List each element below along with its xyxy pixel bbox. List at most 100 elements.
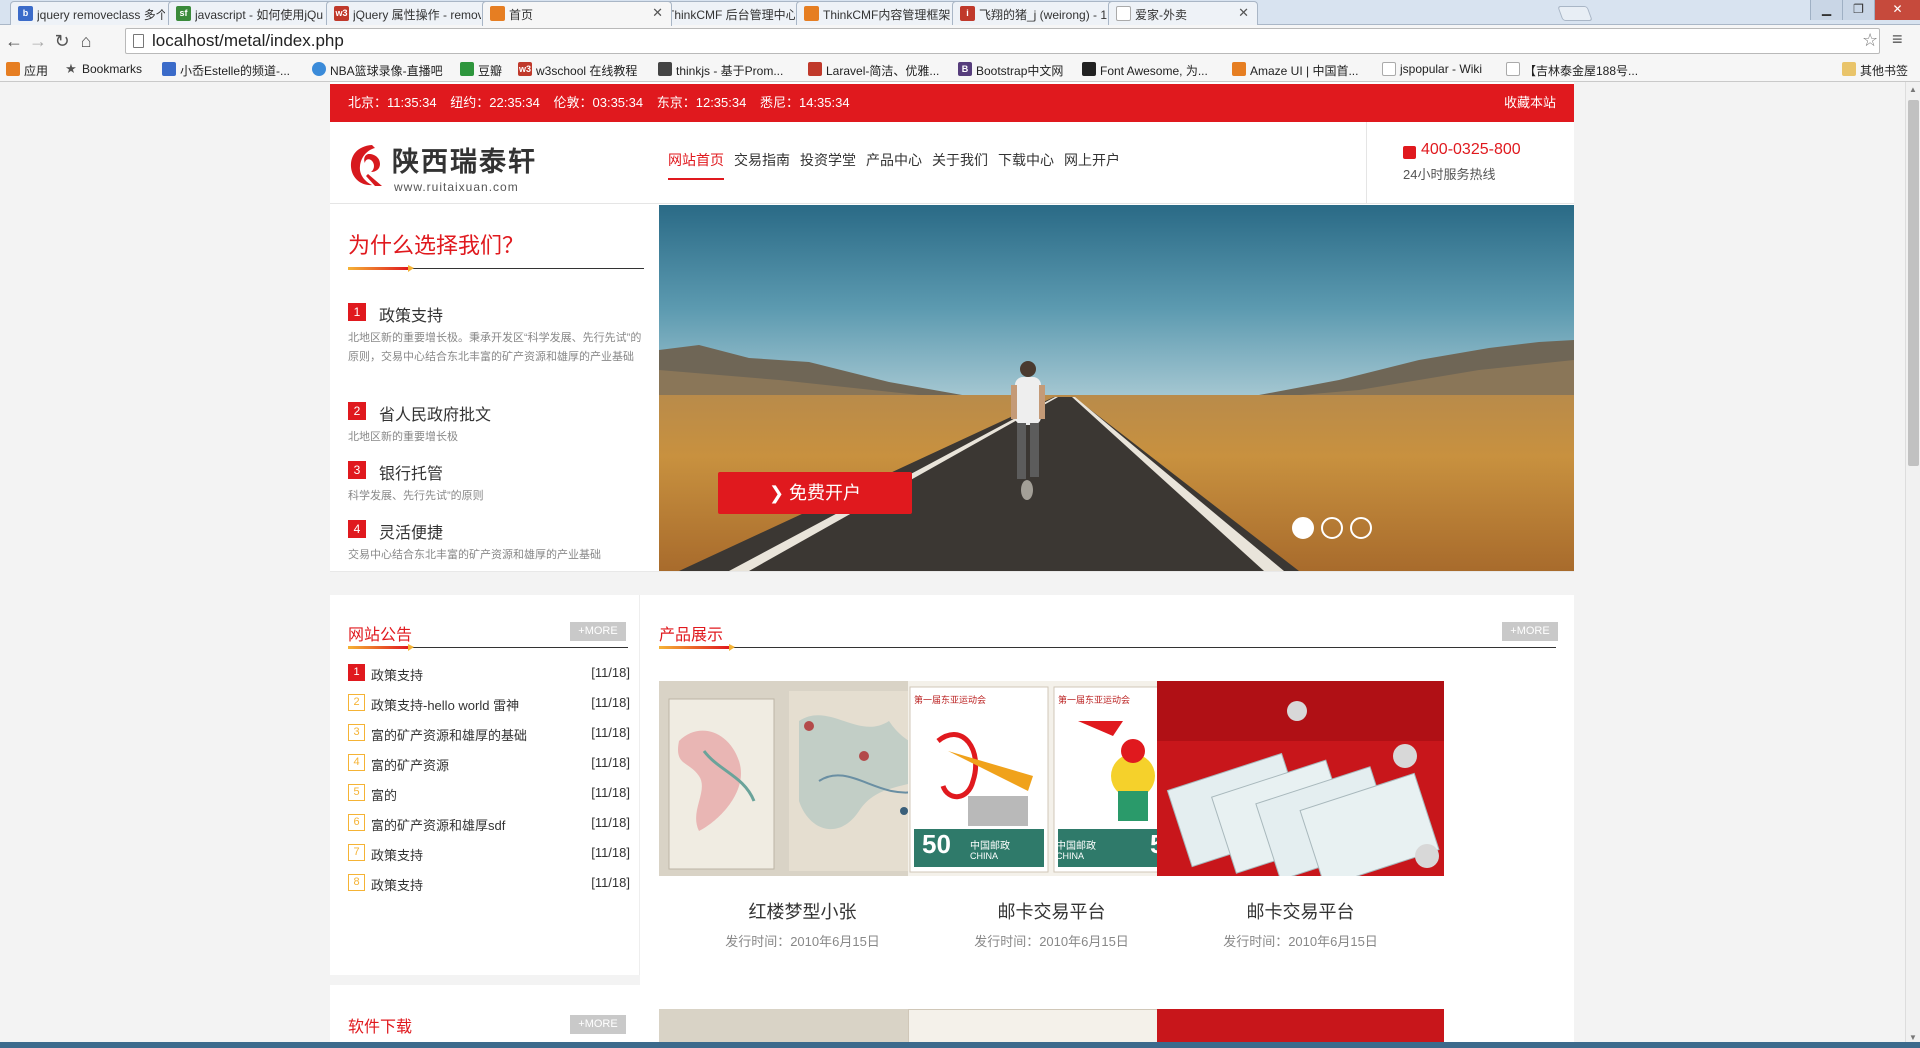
tab-favicon-icon: i [960,6,975,21]
notice-date: [11/18] [591,785,630,800]
phone-icon [1403,146,1416,159]
other-bookmarks[interactable]: 其他书签 [1842,62,1908,79]
product-card[interactable]: 第一届东亚运动会 第一届东亚运动会 50 50 中国邮政 中国邮政 CHINA … [908,681,1195,971]
home-icon[interactable]: ⌂ [76,31,96,51]
close-icon[interactable]: ✕ [652,5,663,21]
page-scrollbar[interactable]: ▲ ▼ [1905,82,1920,1048]
product-card[interactable] [1157,1009,1444,1042]
software-more-button[interactable]: +MORE [570,1015,626,1034]
carousel-dot[interactable] [1321,517,1343,539]
site-notices: 网站公告 +MORE 1 政策支持 [11/18] 2 政策支持-hello w… [330,595,640,975]
restore-icon[interactable]: ❐ [1842,0,1874,20]
product-card[interactable] [659,1009,946,1042]
product-name[interactable]: 红楼梦型小张 [659,898,946,924]
bookmarks-bar: 应用 ★ Bookmarks 小岙Estelle的频道-... NBA篮球录像-直… [0,58,1920,82]
notice-date: [11/18] [591,845,630,860]
bookmark-label: 应用 [24,64,49,78]
bookmark-item[interactable]: ★ Bookmarks [64,62,143,77]
scroll-down-icon[interactable]: ▼ [1909,1033,1917,1042]
nav-about[interactable]: 关于我们 [932,150,988,178]
product-name[interactable]: 邮卡交易平台 [1157,898,1444,924]
bookmark-item[interactable]: thinkjs - 基于Prom... [658,62,783,79]
new-tab-button[interactable] [1557,6,1593,21]
tab-title: javascript - 如何使用jQu [195,8,323,22]
bookmark-label: Bookmarks [82,62,143,76]
site-icon: w3 [518,62,532,76]
bookmark-item[interactable]: 豆瓣 [460,62,502,79]
carousel-dot[interactable] [1350,517,1372,539]
nav-home[interactable]: 网站首页 [668,150,724,180]
section-title: 为什么选择我们？ [348,233,525,258]
site-icon [1232,62,1246,76]
browser-tab-active[interactable]: 首页 ✕ [482,1,672,26]
favorite-link[interactable]: 收藏本站 [1504,84,1556,122]
nav-downloads[interactable]: 下载中心 [998,150,1054,178]
product-image[interactable] [659,681,946,876]
scroll-up-icon[interactable]: ▲ [1909,85,1917,94]
logo-icon[interactable] [348,142,386,188]
close-icon[interactable]: ✕ [1238,5,1249,21]
why-item-number: 2 [348,402,366,420]
notice-title[interactable]: 富的 [371,785,397,804]
reload-icon[interactable]: ↻ [52,31,72,51]
tab-title: ThinkCMF内容管理框架 [823,8,951,22]
logo-name[interactable]: 陕西瑞泰轩 [392,140,537,179]
why-item-heading: 政策支持 [379,308,444,325]
bookmark-item[interactable]: Laravel-简洁、优雅... [808,62,939,79]
menu-icon[interactable]: ≡ [1892,29,1903,50]
bookmark-item[interactable]: B Bootstrap中文网 [958,62,1063,79]
notice-title[interactable]: 政策支持-hello world 雷神 [371,695,519,714]
nav-products[interactable]: 产品中心 [866,150,922,178]
notice-more-button[interactable]: +MORE [570,622,626,641]
carousel-dot-active[interactable] [1292,517,1314,539]
minimize-icon[interactable]: ▁ [1810,0,1842,20]
notice-item[interactable]: 1 政策支持 [11/18] [348,664,630,684]
bookmark-item[interactable]: 应用 [6,62,48,79]
nav-open-account[interactable]: 网上开户 [1064,150,1120,178]
bookmark-label: Font Awesome, 为... [1100,64,1208,78]
bookmark-star-icon[interactable]: ☆ [1862,30,1878,51]
bookmark-label: w3school 在线教程 [536,64,638,78]
bookmark-item[interactable]: w3 w3school 在线教程 [518,62,637,79]
notice-title[interactable]: 富的矿产资源和雄厚的基础 [371,725,527,744]
product-card[interactable]: 邮卡交易平台 发行时间：2010年6月15日 [1157,681,1444,971]
notice-item[interactable]: 7 政策支持 [11/18] [348,844,630,864]
window-close-icon[interactable]: ✕ [1874,0,1920,20]
bookmark-item[interactable]: Amaze UI | 中国首... [1232,62,1358,79]
product-image[interactable]: 第一届东亚运动会 第一届东亚运动会 50 50 中国邮政 中国邮政 CHINA … [908,681,1195,876]
notice-item[interactable]: 4 富的矿产资源 [11/18] [348,754,630,774]
product-image[interactable] [1157,681,1444,876]
scrollbar-thumb[interactable] [1908,100,1919,466]
notice-title[interactable]: 政策支持 [371,875,423,894]
bookmark-item[interactable]: Font Awesome, 为... [1082,62,1208,79]
notice-title[interactable]: 政策支持 [371,845,423,864]
notice-item[interactable]: 2 政策支持-hello world 雷神 [11/18] [348,694,630,714]
notice-title[interactable]: 富的矿产资源 [371,755,449,774]
notice-item[interactable]: 5 富的 [11/18] [348,784,630,804]
notice-item[interactable]: 8 政策支持 [11/18] [348,874,630,894]
clock-beijing: 北京：11:35:34 [348,95,437,110]
product-more-button[interactable]: +MORE [1502,622,1558,641]
apps-icon [6,62,20,76]
bookmark-label: jspopular - Wiki [1400,62,1483,76]
nav-investment-school[interactable]: 投资学堂 [800,150,856,178]
nav-trading-guide[interactable]: 交易指南 [734,150,790,178]
notice-title[interactable]: 富的矿产资源和雄厚sdf [371,815,505,834]
bookmark-item[interactable]: 小岙Estelle的频道-... [162,62,290,79]
bookmark-item[interactable]: NBA篮球录像-直播吧 [312,62,443,79]
notice-item[interactable]: 3 富的矿产资源和雄厚的基础 [11/18] [348,724,630,744]
product-card[interactable]: 红楼梦型小张 发行时间：2010年6月15日 [659,681,946,971]
notice-title[interactable]: 政策支持 [371,665,423,684]
forward-icon[interactable]: → [28,31,48,51]
open-account-button[interactable]: ❯ 免费开户 [718,472,912,514]
browser-tab[interactable]: 爱家-外卖 ✕ [1108,1,1258,25]
site-icon: B [958,62,972,76]
world-clock-bar: 北京：11:35:34 纽约：22:35:34 伦敦：03:35:34 东京：1… [330,84,1574,122]
url-input[interactable]: localhost/metal/index.php [125,28,1880,54]
notice-item[interactable]: 6 富的矿产资源和雄厚sdf [11/18] [348,814,630,834]
back-icon[interactable]: ← [4,31,24,51]
bookmark-item[interactable]: 【吉林泰金屋188号... [1506,62,1638,79]
product-card[interactable] [908,1009,1195,1042]
product-name[interactable]: 邮卡交易平台 [908,898,1195,924]
bookmark-item[interactable]: jspopular - Wiki [1382,62,1482,76]
